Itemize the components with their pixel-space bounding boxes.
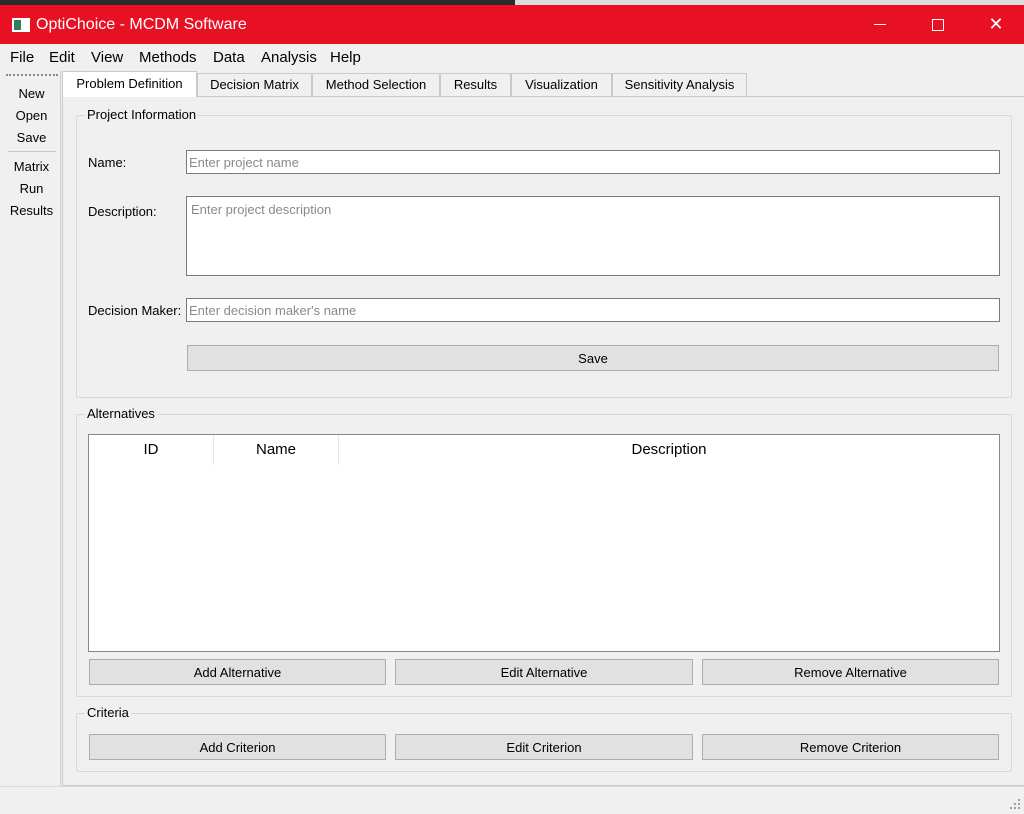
- criteria-group: Criteria Add Criterion Edit Criterion Re…: [76, 705, 1012, 772]
- menu-analysis[interactable]: Analysis: [261, 49, 317, 66]
- tab-visualization[interactable]: Visualization: [511, 73, 612, 96]
- alternatives-title: Alternatives: [85, 406, 157, 421]
- problem-definition-panel: Project Information Name: Description: D…: [62, 96, 1024, 786]
- name-label: Name:: [88, 155, 127, 170]
- app-window-icon: [12, 18, 30, 32]
- menu-methods[interactable]: Methods: [139, 49, 197, 66]
- tab-results[interactable]: Results: [440, 73, 511, 96]
- tab-method-selection[interactable]: Method Selection: [312, 73, 440, 96]
- alternatives-table[interactable]: ID Name Description: [88, 434, 1000, 652]
- column-header-name[interactable]: Name: [214, 435, 339, 465]
- minimize-button[interactable]: [851, 5, 909, 44]
- tab-sensitivity-analysis[interactable]: Sensitivity Analysis: [612, 73, 747, 96]
- close-button[interactable]: ✕: [967, 5, 1024, 44]
- toolbar-grip[interactable]: [6, 74, 58, 76]
- toolbar-results-button[interactable]: Results: [2, 203, 61, 218]
- menu-edit[interactable]: Edit: [49, 49, 75, 66]
- criteria-title: Criteria: [85, 705, 131, 720]
- tab-problem-definition[interactable]: Problem Definition: [62, 71, 197, 97]
- project-name-input[interactable]: [186, 150, 1000, 174]
- description-label: Description:: [88, 204, 157, 219]
- window-title: OptiChoice - MCDM Software: [36, 16, 247, 33]
- toolbar-separator: [8, 151, 56, 152]
- tab-decision-matrix[interactable]: Decision Matrix: [197, 73, 312, 96]
- remove-alternative-button[interactable]: Remove Alternative: [702, 659, 999, 685]
- menu-view[interactable]: View: [91, 49, 123, 66]
- minimize-icon: [874, 24, 886, 25]
- maximize-icon: [932, 18, 944, 31]
- menu-help[interactable]: Help: [330, 49, 361, 66]
- remove-criterion-button[interactable]: Remove Criterion: [702, 734, 999, 760]
- edit-criterion-button[interactable]: Edit Criterion: [395, 734, 693, 760]
- tab-bar: Problem Definition Decision Matrix Metho…: [62, 71, 1024, 97]
- menu-file[interactable]: File: [10, 49, 34, 66]
- alternatives-group: Alternatives ID Name Description Add Alt…: [76, 406, 1012, 697]
- menu-data[interactable]: Data: [213, 49, 245, 66]
- toolbar-save-button[interactable]: Save: [2, 130, 61, 145]
- toolbar-new-button[interactable]: New: [2, 86, 61, 101]
- add-criterion-button[interactable]: Add Criterion: [89, 734, 386, 760]
- toolbar-run-button[interactable]: Run: [2, 181, 61, 196]
- toolbar-matrix-button[interactable]: Matrix: [2, 159, 61, 174]
- project-information-title: Project Information: [85, 107, 199, 122]
- save-project-button[interactable]: Save: [187, 345, 999, 371]
- toolbar-open-button[interactable]: Open: [2, 108, 61, 123]
- project-information-group: Project Information Name: Description: D…: [76, 107, 1012, 398]
- decision-maker-input[interactable]: [186, 298, 1000, 322]
- status-bar: [0, 786, 1024, 814]
- column-header-id[interactable]: ID: [89, 435, 214, 465]
- decision-maker-label: Decision Maker:: [88, 303, 182, 318]
- project-description-input[interactable]: [186, 196, 1000, 276]
- resize-grip-icon[interactable]: [1009, 799, 1021, 811]
- column-header-description[interactable]: Description: [339, 435, 999, 465]
- side-toolbar: New Open Save Matrix Run Results: [2, 71, 61, 786]
- maximize-button[interactable]: [909, 5, 967, 44]
- edit-alternative-button[interactable]: Edit Alternative: [395, 659, 693, 685]
- add-alternative-button[interactable]: Add Alternative: [89, 659, 386, 685]
- close-icon: ✕: [988, 14, 1004, 34]
- title-bar[interactable]: OptiChoice - MCDM Software ✕: [0, 5, 1024, 44]
- menu-bar: File Edit View Methods Data Analysis Hel…: [0, 44, 1024, 70]
